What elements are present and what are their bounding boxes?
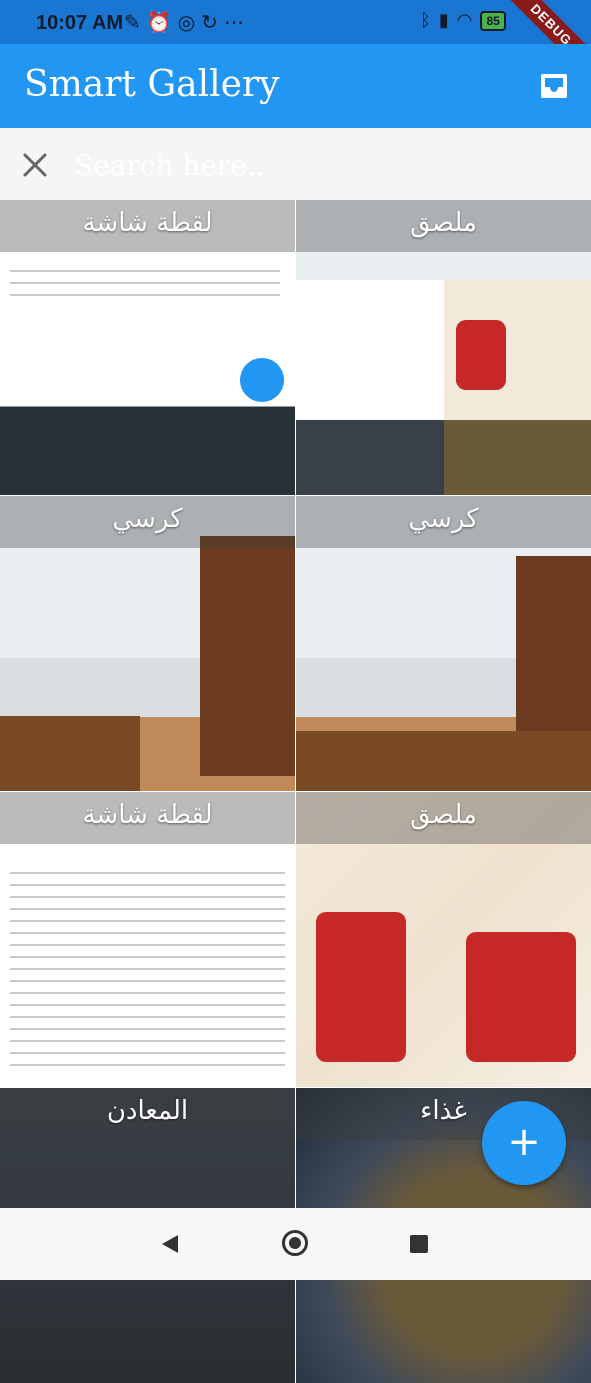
system-nav-bar [0, 1208, 591, 1280]
whatsapp-icon: ◎ [177, 10, 196, 34]
wifi-icon: ◠ [456, 10, 473, 31]
gallery-tile[interactable]: لقطة شاشة [0, 792, 295, 1087]
app-title: Smart Gallery [24, 64, 280, 105]
search-input[interactable] [72, 144, 556, 186]
tile-label: ملصق [410, 208, 477, 238]
notifications-off-icon: ✎ [124, 10, 141, 34]
screenshot-fab-thumbnail [240, 358, 284, 402]
more-icon: ⋯ [223, 10, 244, 34]
back-icon[interactable] [160, 1234, 180, 1254]
tile-label: لقطة شاشة [82, 800, 213, 830]
tile-label: كرسي [112, 504, 183, 534]
gallery-tile[interactable]: لقطة شاشة [0, 200, 295, 495]
close-icon [23, 153, 47, 177]
tile-label: كرسي [408, 504, 479, 534]
add-icon: + [507, 1119, 541, 1165]
battery-indicator: 85 [480, 10, 506, 31]
tile-label: المعادن [106, 1096, 189, 1126]
app-bar: Smart Gallery [0, 44, 591, 128]
gallery-tile[interactable]: كرسي [296, 496, 591, 791]
tile-label: لقطة شاشة [82, 208, 213, 238]
refresh-icon: ↻ [201, 10, 218, 34]
status-time: 10:07 AM [36, 12, 124, 34]
alarm-icon: ⏰ [146, 10, 172, 34]
signal-icon: ▮ [438, 10, 449, 31]
home-icon[interactable] [282, 1230, 308, 1256]
gallery-tile[interactable]: كرسي [0, 496, 295, 791]
status-bar: 10:07 AM ✎ ⏰ ◎ ↻ ⋯ ᛒ ▮ ◠ 85 DEBUG [0, 0, 591, 90]
clear-search-button[interactable] [22, 152, 48, 178]
recents-icon[interactable] [410, 1235, 428, 1253]
tile-label: ملصق [410, 800, 477, 830]
gallery-tile[interactable]: ملصق [296, 792, 591, 1087]
inbox-button[interactable] [539, 72, 569, 100]
search-bar [0, 128, 591, 200]
add-button[interactable]: + [482, 1101, 566, 1185]
gallery-tile[interactable]: ملصق [296, 200, 591, 495]
bluetooth-icon: ᛒ [420, 10, 431, 31]
inbox-icon [541, 74, 567, 98]
